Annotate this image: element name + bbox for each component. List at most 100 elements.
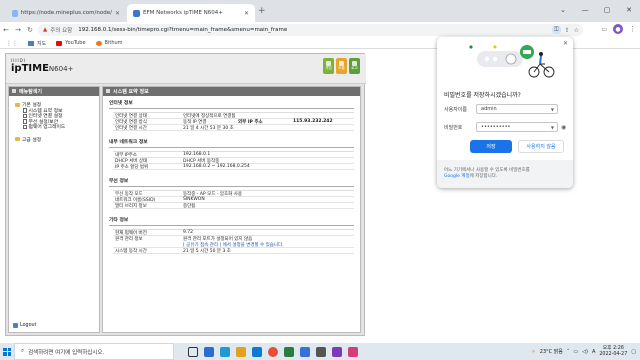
dialog-footer: 어느 기기에서나 사용할 수 있도록 비밀번호를 Google 계정에 저장합니… [437,160,573,188]
setup-icon[interactable]: 셋업 [323,58,334,74]
task-view-icon[interactable] [188,346,198,357]
chevron-down-icon[interactable]: ▼ [551,125,554,130]
page-icon [12,9,18,17]
chrome-icon[interactable] [268,346,278,357]
dialog-title: 비밀번호를 저장하시겠습니까? [444,92,521,99]
maximize-button[interactable]: ▢ [596,0,618,20]
logo-icon[interactable]: 로고 [349,58,360,74]
document-icon [23,113,27,118]
start-button[interactable] [0,343,14,360]
taskbar-apps [188,346,358,357]
new-tab-button[interactable]: + [258,6,266,16]
extensions-icon[interactable]: ▭ [601,26,607,33]
search-icon: ⌕ [21,348,25,354]
internet-info-section: 인터넷 정보 인터넷 연결 상태 인터넷에 정상적으로 연결됨 인터넷 연결 방식… [109,99,354,131]
table-row: 멀티 브리지 정보 중단됨 [113,203,354,209]
taskbar-app-icon[interactable] [284,346,294,357]
header-icons: 셋업 도움 로고 [323,58,360,74]
back-button[interactable]: ← [0,26,12,34]
iptime-logo: IIIIDI ipTIMEN604+ [11,58,74,74]
forward-button[interactable]: → [12,26,24,34]
google-account-link[interactable]: Google 계정 [444,174,470,179]
taskbar-search[interactable]: ⌕ 검색하려면 여기에 입력하십시오. [14,343,174,360]
close-window-button[interactable]: ✕ [618,0,640,20]
taskbar-app-icon[interactable] [220,346,230,357]
logout-icon [13,323,18,328]
url-text: 192.168.0.1/sess-bin/timepro.cgi?tmenu=m… [78,27,288,33]
wireless-info-section: 무선 정보 무선 동작 모드 동작중 - AP 모드 - 암호화 사용 네트워크 … [109,177,354,209]
language-indicator[interactable]: A [592,349,595,355]
taskbar-app-icon[interactable] [236,346,246,357]
reload-button[interactable]: ↻ [24,26,36,34]
warning-icon: ▲ [43,27,48,33]
password-field[interactable]: •••••••••• ▼ [476,122,558,132]
weather-text[interactable]: 23°C 맑음 [540,348,563,355]
browser-toolbar: ← → ↻ ▲ 주의 요함 192.168.0.1/sess-bin/timep… [0,22,640,38]
chevron-up-icon[interactable]: ˄ [567,349,570,355]
taskbar-app-icon[interactable] [300,346,310,357]
tab-label: https://node.mineplus.com/node/ [20,10,112,16]
system-summary-panel: 시스템 요약 정보 인터넷 정보 인터넷 연결 상태 인터넷에 정상적으로 연결됨… [102,86,361,333]
avatar[interactable]: ● [613,24,623,34]
table-row: 시스템 동작 시간 21 일 5 시간 50 분 3 초 [113,248,354,254]
router-header: IIIIDI ipTIMEN604+ 셋업 도움 로고 [6,54,366,84]
panel-title: 시스템 요약 정보 [103,87,360,96]
menu-explorer: 메뉴탐색기 기본 설정 시스템 요약 정보 인터넷 연결 설정 무선 설정/보안… [8,86,100,333]
bookmark-youtube[interactable]: YouTube [56,40,86,46]
key-icon[interactable]: ⚿ [552,26,561,34]
windows-icon [3,347,11,356]
bookmark-map[interactable]: 지도 [28,40,46,47]
save-button[interactable]: 저장 [470,140,512,153]
document-icon [23,108,27,113]
folder-icon [15,137,20,142]
taskbar-app-icon[interactable] [252,346,262,357]
save-password-dialog: ✕ 비밀번호를 저장하시겠습니까? 사용자이름 admin ▼ 비밀번호 ••••… [437,37,573,188]
system-tray: ☀ 23°C 맑음 ˄ ▭ ◁) A 오후 2:26 2022-04-27 ▢ [531,343,636,360]
bookmark-bithum[interactable]: Bithum [95,40,123,46]
bithum-icon [95,40,102,46]
password-row: 비밀번호 •••••••••• ▼ ◉ [444,122,567,132]
taskbar-app-icon[interactable] [332,346,342,357]
close-icon[interactable]: ✕ [244,10,249,17]
youtube-icon [56,40,63,46]
clock[interactable]: 오후 2:26 2022-04-27 [599,346,627,358]
menu-icon[interactable]: ⋮ [629,25,636,33]
menu-tree: 기본 설정 시스템 요약 정보 인터넷 연결 설정 무선 설정/보안 펌웨어 업… [9,96,99,143]
eye-icon[interactable]: ◉ [561,124,566,131]
section-title: 무선 정보 [109,177,354,187]
window-controls: ⌄ — ▢ ✕ [552,0,640,20]
document-icon [23,119,27,124]
sidebar-title: 메뉴탐색기 [9,87,99,96]
section-title: 내부 네트워크 정보 [109,138,354,148]
section-title: 인터넷 정보 [109,99,354,109]
username-field[interactable]: admin ▼ [476,104,558,114]
network-icon[interactable]: ▭ [573,349,578,355]
notification-icon[interactable]: ▢ [631,349,636,355]
browser-tabstrip: https://node.mineplus.com/node/ ✕ EFM Ne… [0,0,640,22]
taskbar-app-icon[interactable] [348,346,358,357]
minimize-button[interactable]: — [574,0,596,20]
never-button[interactable]: 사용하지 않음 [518,140,564,153]
logout-button[interactable]: Logout [13,323,36,328]
other-info-section: 기타 정보 현재 펌웨어 버전 9.72 원격 관리 정보 원격 관리 포트가 설정… [109,216,354,254]
tab-search-button[interactable]: ⌄ [552,0,574,20]
taskbar-app-icon[interactable] [316,346,326,357]
document-icon [23,124,27,129]
security-warning[interactable]: 주의 요함 [50,26,72,34]
chevron-down-icon[interactable]: ▼ [551,107,554,112]
sidebar-item-advanced-settings[interactable]: 고급 설정 [15,137,99,143]
share-icon[interactable]: ⇪ [565,27,570,34]
star-icon[interactable]: ☆ [574,27,579,34]
taskbar-app-icon[interactable] [204,346,214,357]
tab-iptime[interactable]: EFM Networks ipTIME N604+ ✕ [127,4,255,22]
lan-info-section: 내부 네트워크 정보 내부 IP주소 192.168.0.1 DHCP 서버 상태… [109,138,354,170]
password-illustration [469,45,555,78]
tab-mineplus[interactable]: https://node.mineplus.com/node/ ✕ [6,4,126,22]
tab-label: EFM Networks ipTIME N604+ [143,10,223,16]
help-icon[interactable]: 도움 [336,58,347,74]
apps-icon[interactable]: ⋮⋮ [6,40,18,47]
close-icon[interactable]: ✕ [115,10,120,17]
section-title: 기타 정보 [109,216,354,226]
address-bar[interactable]: ▲ 주의 요함 192.168.0.1/sess-bin/timepro.cgi… [38,24,583,36]
volume-icon[interactable]: ◁) [582,349,588,355]
